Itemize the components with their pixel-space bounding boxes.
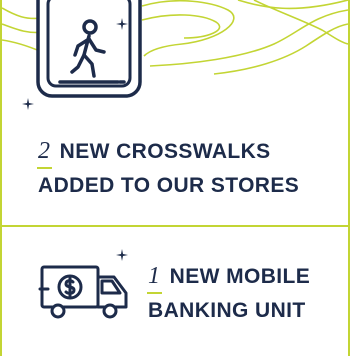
crosswalk-stat-line-2: ADDED TO OUR STORES — [38, 174, 300, 197]
sparkle-icon — [116, 249, 128, 261]
crosswalk-sign-icon — [36, 0, 142, 98]
crosswalk-stat-line-1: 2 NEW CROSSWALKS — [38, 134, 299, 169]
crosswalk-stat-text: 2 NEW CROSSWALKS ADDED TO OUR STORES — [38, 134, 299, 203]
sparkle-icon — [116, 18, 128, 30]
banking-unit-stat-line-1: 1 NEW MOBILE — [148, 259, 310, 294]
banking-unit-stat-line-2: BANKING UNIT — [148, 299, 306, 322]
banking-unit-stat-panel: 1 NEW MOBILE BANKING UNIT — [2, 227, 348, 356]
banking-unit-count: 1 — [148, 263, 161, 289]
crosswalk-stat-panel: 2 NEW CROSSWALKS ADDED TO OUR STORES — [2, 0, 348, 227]
mobile-banking-truck-icon — [38, 265, 128, 319]
stats-card: 2 NEW CROSSWALKS ADDED TO OUR STORES 1 N… — [0, 0, 350, 356]
banking-unit-stat-text: 1 NEW MOBILE BANKING UNIT — [148, 259, 310, 328]
sparkle-icon — [22, 98, 34, 110]
banking-unit-stat-label-1: NEW MOBILE — [169, 265, 311, 288]
crosswalk-stat-label-1: NEW CROSSWALKS — [59, 140, 271, 163]
crosswalk-count: 2 — [38, 138, 51, 164]
